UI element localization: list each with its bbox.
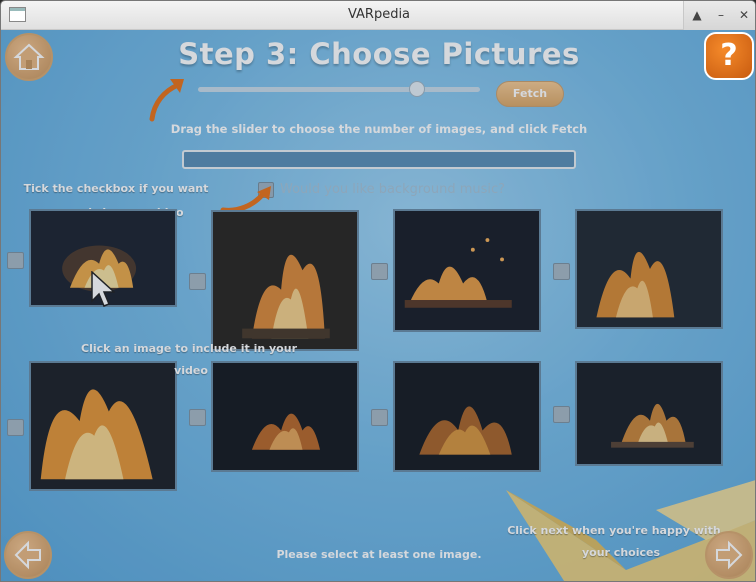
slider-instructions: Drag the slider to choose the number of … (170, 122, 588, 136)
next-hint-line1: Click next when you're happy with (507, 524, 721, 537)
image-hint-line1: Click an image to include it in your (81, 342, 297, 355)
status-message: Please select at least one image. (276, 548, 482, 561)
close-icon[interactable]: ✕ (733, 4, 755, 26)
slider-handle[interactable] (409, 81, 425, 97)
image-hint-line2: video (174, 364, 208, 377)
back-button[interactable] (4, 531, 52, 579)
page-title: Step 3: Choose Pictures (178, 37, 580, 71)
image-checkbox-8[interactable] (553, 406, 570, 423)
up-icon[interactable]: ▲ (686, 4, 708, 26)
fire-image-3[interactable] (393, 209, 541, 332)
music-checkbox-label: Would you like background music? (280, 182, 506, 197)
image-checkbox-6[interactable] (189, 409, 206, 426)
mouse-cursor-icon (91, 271, 115, 307)
next-hint-line2: your choices (581, 546, 661, 559)
image-checkbox-1[interactable] (7, 252, 24, 269)
fire-image-2[interactable] (211, 210, 359, 351)
image-checkbox-3[interactable] (371, 263, 388, 280)
image-checkbox-4[interactable] (553, 263, 570, 280)
image-checkbox-2[interactable] (189, 273, 206, 290)
fire-image-4[interactable] (575, 209, 723, 329)
home-button[interactable] (5, 33, 53, 81)
fire-image-5[interactable] (29, 361, 177, 491)
next-button[interactable] (705, 531, 753, 579)
minimize-icon[interactable]: – (710, 4, 732, 26)
hint-arrow-icon (149, 79, 184, 122)
image-count-slider[interactable] (198, 87, 480, 92)
fire-image-7[interactable] (393, 361, 541, 472)
image-checkbox-7[interactable] (371, 409, 388, 426)
app-window: VARpedia ▲ – ✕ ? Step 3: Choose Pictures… (0, 0, 756, 582)
window-title: VARpedia (347, 7, 411, 22)
image-checkbox-5[interactable] (7, 419, 24, 436)
window-controls: ▲ – ✕ (683, 1, 755, 30)
main-content: ? Step 3: Choose Pictures Fetch Drag the… (1, 30, 755, 581)
title-bar: VARpedia ▲ – ✕ (1, 1, 755, 30)
back-arrow-icon (14, 540, 41, 570)
fetch-button[interactable]: Fetch (496, 81, 564, 107)
help-button[interactable]: ? (704, 32, 754, 80)
fire-image-6[interactable] (211, 361, 359, 472)
next-arrow-icon (716, 540, 743, 570)
checkbox-hint-line1: Tick the checkbox if you want (23, 182, 209, 195)
home-icon (13, 43, 45, 70)
search-field[interactable] (182, 150, 576, 169)
fire-image-8[interactable] (575, 361, 723, 466)
